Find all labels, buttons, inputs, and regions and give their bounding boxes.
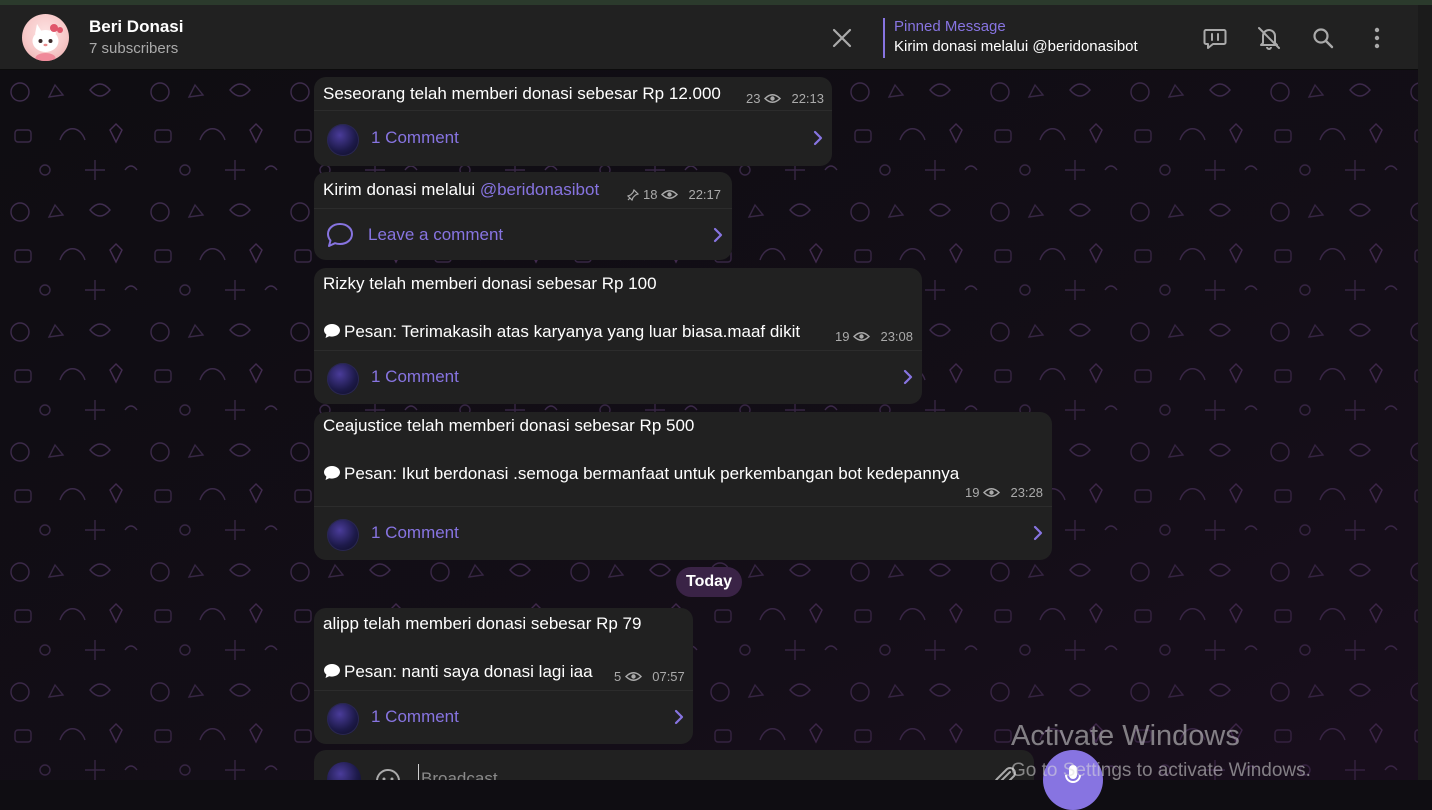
close-pinned-button[interactable]: [830, 26, 854, 50]
comment-divider: [314, 690, 693, 691]
comment-divider: [314, 208, 732, 209]
commenter-avatar: [327, 703, 359, 735]
channel-post[interactable]: Rizky telah memberi donasi sebesar Rp 10…: [314, 268, 922, 404]
post-text: Rizky telah memberi donasi sebesar Rp 10…: [323, 274, 657, 293]
commenter-avatar: [327, 124, 359, 156]
more-vertical-icon: [1374, 27, 1380, 49]
eye-icon: [764, 94, 782, 103]
eye-icon: [625, 672, 643, 681]
eye-icon: [983, 488, 1001, 497]
chevron-right-icon: [674, 709, 684, 725]
chevron-right-icon: [713, 227, 723, 243]
post-time: 22:17: [688, 187, 722, 202]
comments-button[interactable]: 1 Comment: [314, 692, 693, 742]
comments-button[interactable]: 1 Comment: [314, 352, 922, 402]
comment-divider: [314, 110, 832, 111]
comments-label: 1 Comment: [371, 707, 459, 726]
post-time: 07:57: [652, 669, 685, 684]
post-text: Ceajustice telah memberi donasi sebesar …: [323, 416, 695, 435]
pinned-text: Kirim donasi melalui @beridonasibot: [894, 38, 1138, 55]
comment-divider: [314, 506, 1052, 507]
view-count: 18: [643, 187, 658, 202]
post-note-text: Pesan: Terimakasih atas karyanya yang lu…: [344, 322, 801, 341]
post-note-text: Pesan: Ikut berdonasi .semoga bermanfaat…: [344, 464, 960, 483]
leave-comment-button[interactable]: Leave a comment: [314, 210, 732, 260]
pinned-label: Pinned Message: [894, 18, 1006, 35]
view-count: 23: [746, 91, 761, 106]
chevron-right-icon: [903, 369, 913, 385]
comments-label: 1 Comment: [371, 128, 459, 147]
comments-label: 1 Comment: [371, 523, 459, 542]
mute-button[interactable]: [1256, 25, 1282, 51]
discussion-icon: [1203, 29, 1227, 49]
channel-avatar[interactable]: [22, 14, 69, 61]
window-right-edge: [1418, 5, 1432, 780]
activation-watermark-title: Activate Windows: [1011, 720, 1240, 752]
post-time: 22:13: [791, 91, 825, 106]
channel-post[interactable]: Ceajustice telah memberi donasi sebesar …: [314, 412, 1052, 560]
channel-post[interactable]: Seseorang telah memberi donasi sebesar R…: [314, 77, 832, 166]
post-meta: 23 22:13: [746, 91, 824, 106]
bot-mention-link[interactable]: @beridonasibot: [480, 180, 599, 199]
emoji-button[interactable]: [374, 767, 402, 780]
chat-header: Beri Donasi 7 subscribers Pinned Message…: [0, 5, 1418, 70]
search-button[interactable]: [1310, 25, 1336, 51]
eye-icon: [661, 190, 679, 199]
post-note-text: Pesan: nanti saya donasi lagi iaa: [344, 662, 593, 681]
message-list[interactable]: Seseorang telah memberi donasi sebesar R…: [0, 70, 1418, 780]
chevron-right-icon: [813, 130, 823, 146]
post-text: Seseorang telah memberi donasi sebesar R…: [323, 84, 721, 103]
post-time: 23:08: [880, 329, 914, 344]
post-time: 23:28: [1010, 485, 1044, 500]
post-meta: 5 07:57: [614, 669, 685, 684]
activation-watermark-subtitle: Go to Settings to activate Windows.: [1011, 760, 1311, 781]
search-icon: [1313, 28, 1334, 49]
post-text: Kirim donasi melalui @beridonasibot: [323, 180, 599, 200]
comments-label: 1 Comment: [371, 367, 459, 386]
post-note: Pesan: nanti saya donasi lagi iaa: [323, 662, 593, 682]
speech-balloon-icon: [324, 324, 340, 338]
speech-balloon-icon: [324, 664, 340, 678]
pinned-message[interactable]: Pinned Message Kirim donasi melalui @ber…: [883, 18, 1138, 58]
post-text: alipp telah memberi donasi sebesar Rp 79: [323, 614, 642, 633]
commenter-avatar: [327, 363, 359, 395]
discussion-button[interactable]: [1202, 25, 1228, 51]
comment-icon: [327, 223, 353, 247]
channel-post[interactable]: alipp telah memberi donasi sebesar Rp 79…: [314, 608, 693, 744]
broadcast-input[interactable]: [418, 764, 983, 780]
commenter-avatar: [327, 519, 359, 551]
post-meta: 18 22:17: [627, 187, 721, 202]
message-composer: [314, 750, 1034, 780]
channel-post[interactable]: Kirim donasi melalui @beridonasibot 18 2…: [314, 172, 732, 260]
date-divider: Today: [676, 567, 742, 597]
pin-icon: [627, 188, 639, 201]
send-as-avatar[interactable]: [327, 762, 361, 780]
subscriber-count: 7 subscribers: [89, 40, 179, 57]
post-note: Pesan: Terimakasih atas karyanya yang lu…: [323, 322, 800, 342]
more-button[interactable]: [1364, 25, 1390, 51]
chevron-right-icon: [1033, 525, 1043, 541]
post-meta: 19 23:28: [965, 485, 1043, 500]
post-meta: 19 23:08: [835, 329, 913, 344]
view-count: 19: [965, 485, 980, 500]
view-count: 19: [835, 329, 850, 344]
view-count: 5: [614, 669, 622, 684]
comments-button[interactable]: 1 Comment: [314, 113, 832, 163]
mute-bell-icon: [1258, 27, 1280, 50]
comment-divider: [314, 350, 922, 351]
comments-label: Leave a comment: [368, 225, 504, 244]
post-text-prefix: Kirim donasi melalui: [323, 180, 480, 199]
speech-balloon-icon: [324, 466, 340, 480]
close-icon: [832, 28, 852, 48]
comments-button[interactable]: 1 Comment: [314, 508, 1052, 558]
emoji-icon: [376, 769, 400, 780]
avatar-cat-illustration: [32, 24, 63, 61]
post-note: Pesan: Ikut berdonasi .semoga bermanfaat…: [323, 464, 959, 484]
eye-icon: [853, 332, 871, 341]
channel-title[interactable]: Beri Donasi: [89, 17, 183, 37]
